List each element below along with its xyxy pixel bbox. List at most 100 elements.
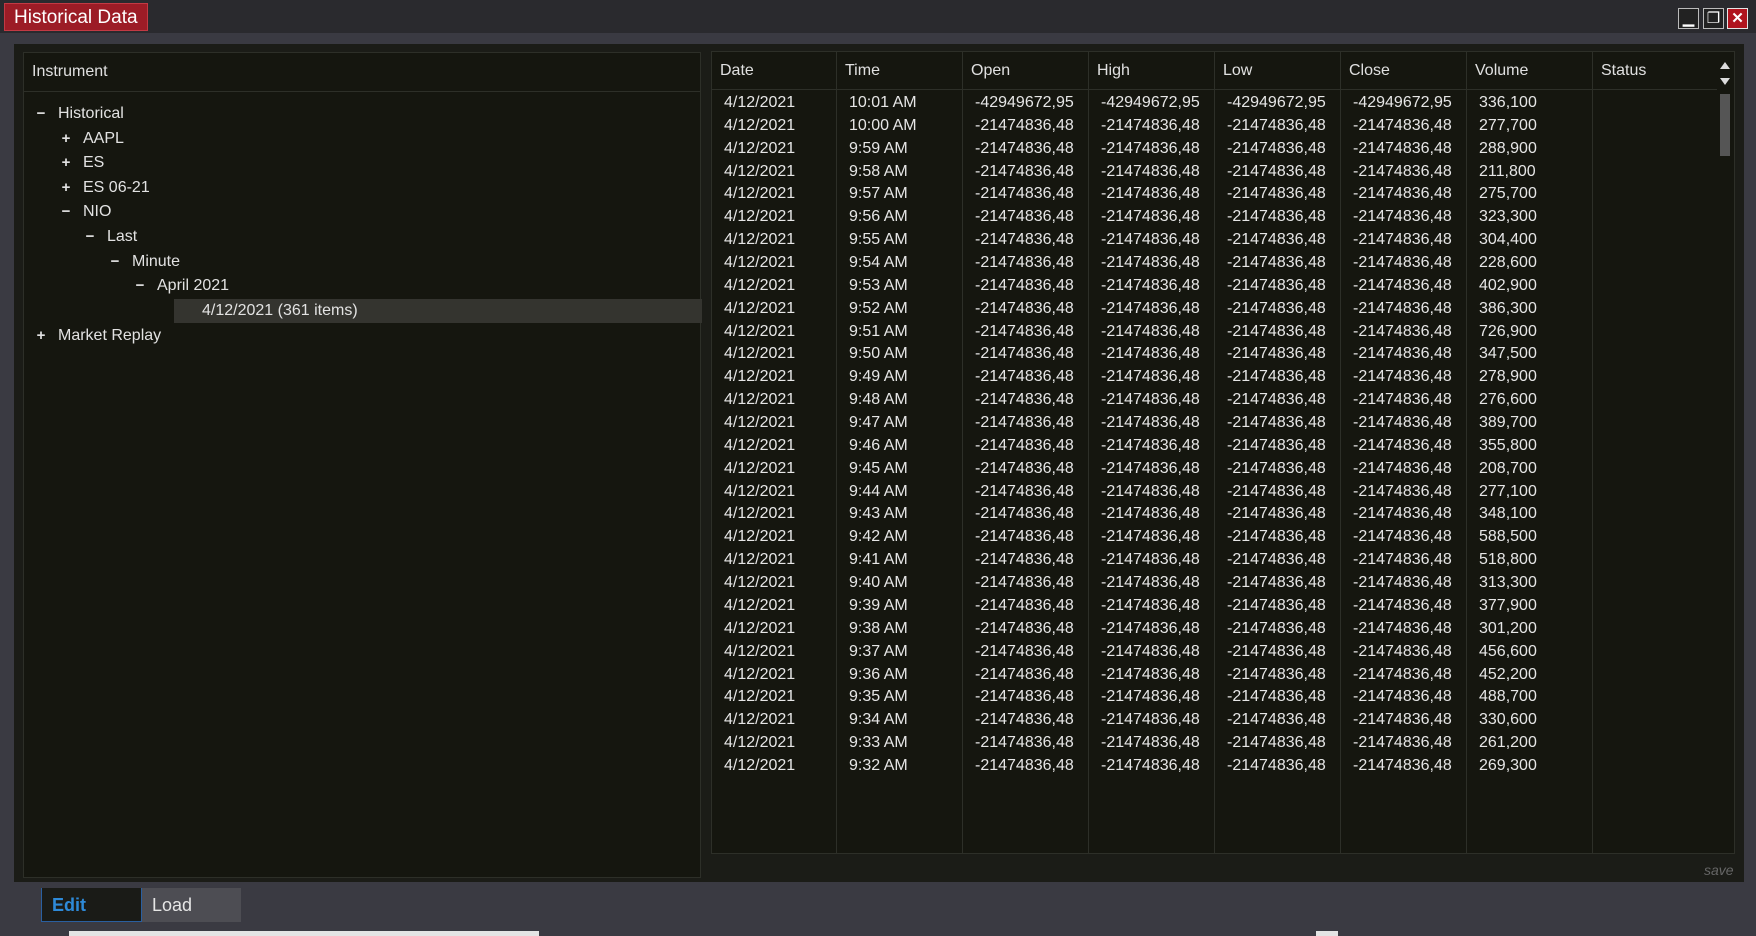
cell-low: -21474836,48 (1227, 276, 1326, 294)
column-header-volume[interactable]: Volume (1467, 52, 1593, 89)
cell-low: -21474836,48 (1227, 665, 1326, 683)
tree-node[interactable]: 4/12/2021 (361 items) (174, 298, 702, 323)
tree-node[interactable]: − Last (83, 225, 138, 249)
cell-time: 9:53 AM (849, 276, 908, 294)
expand-icon[interactable]: + (59, 127, 73, 151)
table-row[interactable]: 4/12/2021 9:44 AM -21474836,48 -21474836,48… (712, 479, 1718, 505)
cell-status (1593, 479, 1716, 505)
table-row[interactable]: 4/12/2021 9:54 AM -21474836,48 -21474836,48… (712, 250, 1718, 276)
cell-volume: 278,900 (1479, 368, 1537, 386)
cell-volume: 402,900 (1479, 276, 1537, 294)
table-row[interactable]: 4/12/2021 9:51 AM -21474836,48 -21474836,48… (712, 319, 1718, 345)
save-link[interactable]: save (1704, 862, 1734, 878)
cell-high: -21474836,48 (1101, 299, 1200, 317)
cell-close: -21474836,48 (1353, 574, 1452, 592)
collapse-icon[interactable]: − (108, 250, 122, 274)
grid-body[interactable]: 4/12/2021 10:01 AM -42949672,95 -42949672,9… (712, 90, 1718, 853)
tree-node[interactable]: − Historical (34, 102, 124, 126)
scroll-up-icon[interactable] (1720, 62, 1730, 69)
cell-close: -21474836,48 (1353, 436, 1452, 454)
cell-volume: 277,700 (1479, 116, 1537, 134)
cell-high: -21474836,48 (1101, 574, 1200, 592)
table-row[interactable]: 4/12/2021 9:42 AM -21474836,48 -21474836,48… (712, 524, 1718, 550)
collapse-icon[interactable]: − (83, 225, 97, 249)
collapse-icon[interactable]: − (59, 200, 73, 224)
cell-status (1593, 90, 1716, 116)
table-row[interactable]: 4/12/2021 9:46 AM -21474836,48 -21474836,48… (712, 433, 1718, 459)
title-bar[interactable]: Historical Data ▁ ❐ ✕ (0, 0, 1756, 33)
cell-low: -21474836,48 (1227, 231, 1326, 249)
table-row[interactable]: 4/12/2021 9:48 AM -21474836,48 -21474836,48… (712, 387, 1718, 413)
cell-volume: 323,300 (1479, 208, 1537, 226)
column-header-close[interactable]: Close (1341, 52, 1467, 89)
table-row[interactable]: 4/12/2021 9:49 AM -21474836,48 -21474836,48… (712, 364, 1718, 390)
column-header-high[interactable]: High (1089, 52, 1215, 89)
column-header-low[interactable]: Low (1215, 52, 1341, 89)
table-row[interactable]: 4/12/2021 9:53 AM -21474836,48 -21474836,48… (712, 273, 1718, 299)
table-row[interactable]: 4/12/2021 9:43 AM -21474836,48 -21474836,48… (712, 501, 1718, 527)
table-row[interactable]: 4/12/2021 9:47 AM -21474836,48 -21474836,48… (712, 410, 1718, 436)
collapse-icon[interactable]: − (34, 102, 48, 126)
collapse-icon[interactable]: − (133, 274, 147, 298)
tree-node[interactable]: + Market Replay (34, 324, 162, 348)
cell-high: -21474836,48 (1101, 459, 1200, 477)
table-row[interactable]: 4/12/2021 9:36 AM -21474836,48 -21474836,48… (712, 662, 1718, 688)
table-row[interactable]: 4/12/2021 9:41 AM -21474836,48 -21474836,48… (712, 547, 1718, 573)
expand-icon[interactable]: + (59, 176, 73, 200)
cell-high: -21474836,48 (1101, 756, 1200, 774)
tree-node[interactable]: − April 2021 (133, 274, 229, 298)
cell-date: 4/12/2021 (724, 231, 796, 249)
cell-close: -21474836,48 (1353, 368, 1452, 386)
table-row[interactable]: 4/12/2021 10:01 AM -42949672,95 -42949672,9… (712, 90, 1718, 116)
table-row[interactable]: 4/12/2021 9:56 AM -21474836,48 -21474836,48… (712, 204, 1718, 230)
table-row[interactable]: 4/12/2021 9:33 AM -21474836,48 -21474836,48… (712, 730, 1718, 756)
table-row[interactable]: 4/12/2021 10:00 AM -21474836,48 -21474836,4… (712, 113, 1718, 139)
tree-node[interactable]: + AAPL (59, 127, 124, 151)
cell-open: -21474836,48 (975, 711, 1074, 729)
table-row[interactable]: 4/12/2021 9:32 AM -21474836,48 -21474836,48… (712, 753, 1718, 779)
instrument-tree-panel: Instrument − Historical + AAPL + ES + ES 06-21−… (23, 52, 702, 878)
cell-date: 4/12/2021 (724, 94, 796, 111)
table-row[interactable]: 4/12/2021 9:45 AM -21474836,48 -21474836,48… (712, 456, 1718, 482)
expand-icon[interactable]: + (34, 324, 48, 348)
expand-icon[interactable]: + (59, 151, 73, 175)
table-row[interactable]: 4/12/2021 9:58 AM -21474836,48 -21474836,48… (712, 159, 1718, 185)
cell-volume: 277,100 (1479, 482, 1537, 500)
scroll-thumb[interactable] (1720, 94, 1730, 156)
restore-icon[interactable]: ❐ (1703, 8, 1724, 29)
table-row[interactable]: 4/12/2021 9:37 AM -21474836,48 -21474836,48… (712, 639, 1718, 665)
tree-node[interactable]: + ES (59, 151, 105, 175)
table-row[interactable]: 4/12/2021 9:57 AM -21474836,48 -21474836,48… (712, 181, 1718, 207)
tree-node[interactable]: − NIO (59, 200, 112, 224)
table-row[interactable]: 4/12/2021 9:52 AM -21474836,48 -21474836,48… (712, 296, 1718, 322)
table-row[interactable]: 4/12/2021 9:34 AM -21474836,48 -21474836,48… (712, 707, 1718, 733)
column-header-time[interactable]: Time (837, 52, 963, 89)
cell-date: 4/12/2021 (724, 391, 796, 409)
table-row[interactable]: 4/12/2021 9:39 AM -21474836,48 -21474836,48… (712, 593, 1718, 619)
table-row[interactable]: 4/12/2021 9:59 AM -21474836,48 -21474836,48… (712, 136, 1718, 162)
cell-status (1593, 181, 1716, 207)
cell-high: -21474836,48 (1101, 208, 1200, 226)
minimize-icon[interactable]: ▁ (1678, 8, 1699, 29)
cell-time: 9:50 AM (849, 345, 908, 363)
table-row[interactable]: 4/12/2021 9:38 AM -21474836,48 -21474836,48… (712, 616, 1718, 642)
taskbar-strip (69, 931, 539, 936)
scroll-down-icon[interactable] (1720, 78, 1730, 85)
cell-open: -21474836,48 (975, 665, 1074, 683)
cell-time: 9:35 AM (849, 688, 908, 706)
cell-date: 4/12/2021 (724, 734, 796, 752)
table-row[interactable]: 4/12/2021 9:50 AM -21474836,48 -21474836,48… (712, 341, 1718, 367)
cell-status (1593, 570, 1716, 596)
table-row[interactable]: 4/12/2021 9:40 AM -21474836,48 -21474836,48… (712, 570, 1718, 596)
table-row[interactable]: 4/12/2021 9:35 AM -21474836,48 -21474836,48… (712, 684, 1718, 710)
column-header-open[interactable]: Open (963, 52, 1089, 89)
tab-load[interactable]: Load (142, 888, 241, 922)
grid-scrollbar[interactable] (1717, 52, 1734, 853)
column-header-date[interactable]: Date (712, 52, 837, 89)
tree-node[interactable]: − Minute (108, 250, 180, 274)
close-icon[interactable]: ✕ (1727, 8, 1748, 29)
tree-node[interactable]: + ES 06-21 (59, 176, 150, 200)
tab-edit[interactable]: Edit (41, 888, 142, 922)
column-header-status[interactable]: Status (1593, 52, 1718, 89)
table-row[interactable]: 4/12/2021 9:55 AM -21474836,48 -21474836,48… (712, 227, 1718, 253)
